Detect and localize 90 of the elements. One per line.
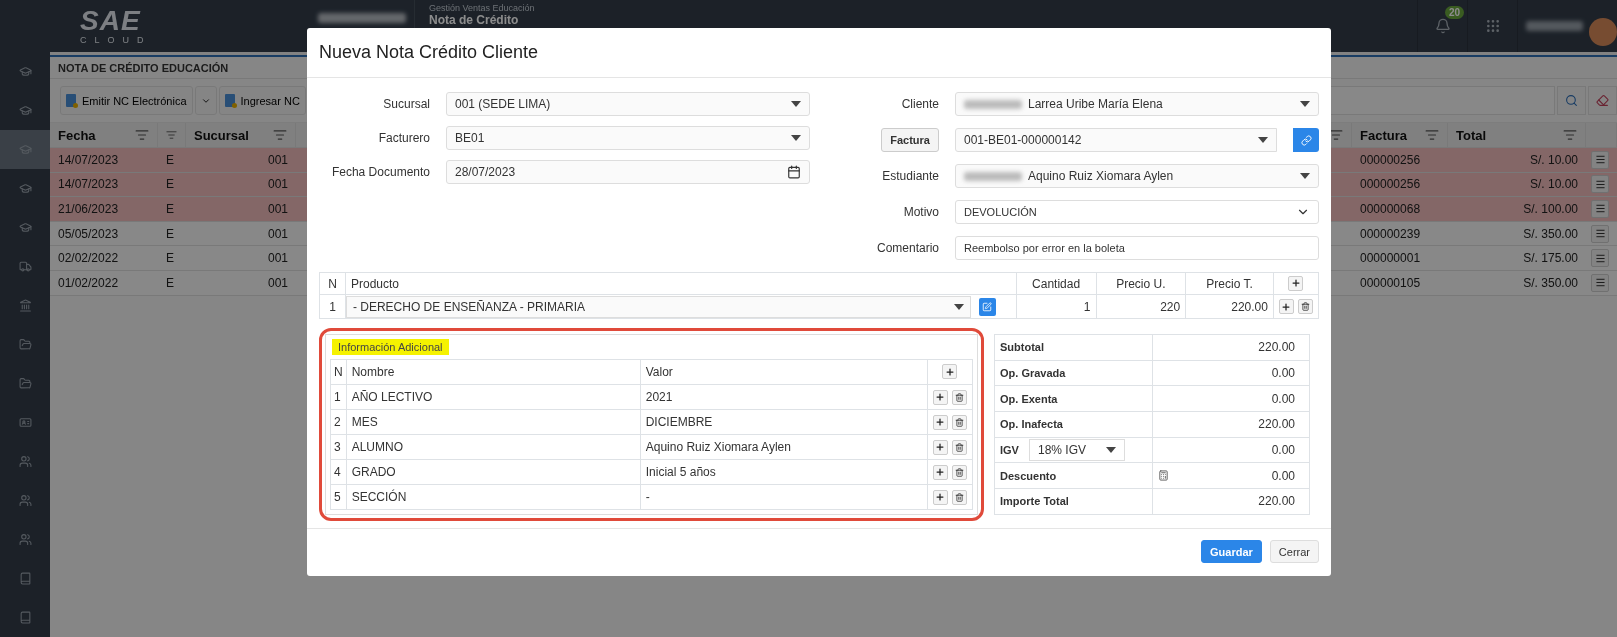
- field-label: Fecha Documento: [330, 165, 430, 179]
- field-label: Sucursal: [382, 97, 430, 111]
- table-cell: Inicial 5 años: [640, 459, 928, 485]
- column-header: Precio T.: [1185, 272, 1274, 295]
- column-header: Valor: [640, 359, 928, 385]
- table-cell: 3: [330, 434, 347, 460]
- select-field[interactable]: - DERECHO DE ENSEÑANZA - PRIMARIA: [345, 295, 971, 318]
- table-cell: 000000256: [1352, 172, 1448, 198]
- column-header: Sucursal: [186, 123, 296, 148]
- column-header: N: [319, 272, 346, 295]
- table-cell: DICIEMBRE: [640, 409, 928, 435]
- column-header: Nombre: [346, 359, 641, 385]
- table-cell: 14/07/2023: [50, 148, 158, 173]
- total-value: 220.00: [1258, 417, 1295, 432]
- table-cell: SECCIÓN: [346, 484, 641, 510]
- invoice-button[interactable]: Factura: [881, 128, 939, 152]
- select-field[interactable]: 18% IGV: [1028, 439, 1125, 462]
- total-label: Op. Gravada: [1000, 367, 1066, 380]
- select-field[interactable]: 001 (SEDE LIMA): [446, 92, 810, 116]
- total-label: Descuento: [1000, 469, 1057, 482]
- table-cell: 2021: [640, 384, 928, 410]
- total-value: 220.00: [1258, 340, 1295, 355]
- notification-badge: 20: [1445, 6, 1465, 19]
- table-cell: -: [640, 484, 928, 510]
- panel-title: NOTA DE CRÉDITO EDUCACIÓN: [58, 61, 229, 74]
- page-title: Nota de Crédito: [429, 14, 520, 27]
- field-label: Estudiante: [882, 169, 939, 183]
- total-label: Importe Total: [1000, 495, 1069, 508]
- table-cell: 2: [330, 409, 347, 435]
- table-cell: S/. 10.00: [1448, 172, 1586, 198]
- total-label: Subtotal: [1000, 341, 1044, 354]
- select-field[interactable]: 001-BE01-000000142: [955, 128, 1277, 152]
- logo: SAE: [80, 7, 141, 35]
- table-cell: GRADO: [346, 459, 641, 485]
- select-field[interactable]: BE01: [446, 126, 810, 150]
- field-label: Cliente: [901, 97, 939, 111]
- table-cell: ALUMNO: [346, 434, 641, 460]
- total-label: Op. Exenta: [1000, 392, 1058, 405]
- table-cell: 000000256: [1352, 148, 1448, 173]
- table-cell: 1: [330, 384, 347, 410]
- table-cell: AÑO LECTIVO: [346, 384, 641, 410]
- save-button[interactable]: Guardar: [1201, 540, 1262, 563]
- select-field[interactable]: DEVOLUCIÓN: [955, 200, 1319, 224]
- section-title: Información Adicional: [332, 339, 449, 355]
- column-header: N: [330, 359, 347, 385]
- close-button[interactable]: Cerrar: [1269, 540, 1319, 563]
- table-cell: E: [158, 197, 186, 222]
- module-name: Gestión Ventas Educación: [429, 3, 535, 14]
- text-field[interactable]: Reembolso por error en la boleta: [955, 236, 1319, 260]
- table-cell: 1: [1016, 294, 1096, 319]
- table-cell: 220.00: [1185, 294, 1274, 319]
- table-cell: 000000068: [1352, 197, 1448, 222]
- table-cell: S/. 100.00: [1448, 197, 1586, 222]
- table-cell: 001: [186, 148, 296, 173]
- column-header: Precio U.: [1096, 272, 1186, 295]
- table-cell: 5: [330, 484, 347, 510]
- select-field[interactable]: Larrea Uribe María Elena: [955, 92, 1319, 116]
- emit-button[interactable]: Emitir NC Electrónica: [60, 86, 193, 115]
- table-cell: 4: [330, 459, 347, 485]
- total-value: 0.00: [1271, 391, 1295, 406]
- column-header: Producto: [345, 272, 1017, 295]
- column-header: Total: [1448, 123, 1586, 148]
- table-cell: MES: [346, 409, 641, 435]
- table-cell: Aquino Ruiz Xiomara Aylen: [640, 434, 928, 460]
- total-label: Op. Inafecta: [1000, 418, 1063, 431]
- field-label: Comentario: [876, 241, 939, 255]
- total-label: IGV: [1000, 444, 1019, 457]
- table-cell: 1: [319, 294, 346, 319]
- total-value: 0.00: [1271, 468, 1295, 483]
- total-value: 220.00: [1258, 494, 1295, 509]
- table-cell: S/. 10.00: [1448, 148, 1586, 173]
- column-header: Cantidad: [1016, 272, 1096, 295]
- date-field[interactable]: 28/07/2023: [446, 160, 810, 184]
- total-value: 0.00: [1271, 366, 1295, 381]
- field-label: Facturero: [377, 131, 430, 145]
- table-cell: 21/06/2023: [50, 197, 158, 222]
- column-header: Fecha: [50, 123, 158, 148]
- select-field[interactable]: Aquino Ruiz Xiomara Aylen: [955, 164, 1319, 188]
- column-header: Factura: [1352, 123, 1448, 148]
- table-cell: 220: [1096, 294, 1186, 319]
- table-cell: E: [158, 148, 186, 173]
- table-cell: 001: [186, 197, 296, 222]
- field-label: Motivo: [903, 205, 939, 219]
- total-value: 0.00: [1271, 443, 1295, 458]
- dialog-title: Nueva Nota Crédito Cliente: [319, 42, 539, 63]
- enter-button[interactable]: Ingresar NC: [218, 86, 306, 115]
- table-cell: E: [158, 172, 186, 198]
- table-cell: 001: [186, 172, 296, 198]
- logo-subtitle: CLOUD: [80, 35, 152, 45]
- table-cell: 14/07/2023: [50, 172, 158, 198]
